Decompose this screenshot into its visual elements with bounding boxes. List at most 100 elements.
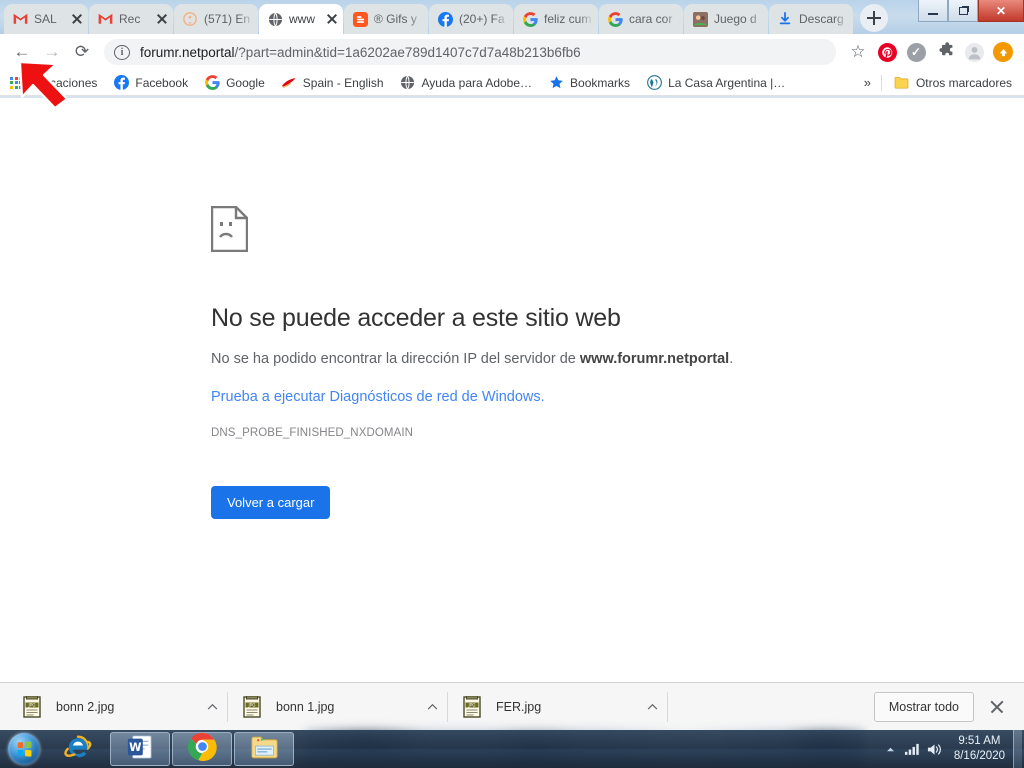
star-icon: ☆ xyxy=(850,42,866,61)
sad-page-icon xyxy=(210,205,249,253)
chrome-update-menu-button[interactable] xyxy=(990,39,1016,65)
tray-expand-icon[interactable] xyxy=(880,732,902,766)
windows-start-button[interactable] xyxy=(2,732,46,766)
taskbar-internet-explorer[interactable] xyxy=(48,732,108,766)
page-title: No se puede acceder a este sitio web xyxy=(211,304,621,332)
url-path: /?part=admin&tid=1a6202ae789d1407c7d7a48… xyxy=(234,44,581,60)
site-info-icon[interactable]: i xyxy=(114,44,130,60)
volume-icon[interactable] xyxy=(924,732,946,766)
tab-label: (571) En xyxy=(204,12,251,26)
error-code: DNS_PROBE_FINISHED_NXDOMAIN xyxy=(211,427,414,439)
iberia-icon xyxy=(281,75,297,91)
taskbar-clock[interactable]: 9:51 AM 8/16/2020 xyxy=(946,734,1013,764)
tab-cara-cor[interactable]: cara cor xyxy=(599,4,683,34)
chevron-up-icon[interactable] xyxy=(422,701,438,713)
jpg-file-icon: JPG xyxy=(242,695,262,718)
bookmark-star-button[interactable]: ☆ xyxy=(845,39,871,65)
network-diagnostics-link[interactable]: Prueba a ejecutar Diagnósticos de red de… xyxy=(211,389,831,405)
tab-juego[interactable]: Juego d xyxy=(684,4,768,34)
close-downloads-bar-icon[interactable] xyxy=(984,694,1010,720)
network-signal-icon[interactable] xyxy=(902,732,924,766)
chevron-up-icon[interactable] xyxy=(202,701,218,713)
forward-button[interactable]: → xyxy=(38,38,66,66)
taskbar-microsoft-word[interactable]: W xyxy=(110,732,170,766)
error-host: www.forumr.netportal xyxy=(579,351,730,367)
profile-button[interactable] xyxy=(961,39,987,65)
tab-www-active[interactable]: www xyxy=(259,4,343,34)
bookmark-google[interactable]: Google xyxy=(204,75,265,91)
bookmark-otros-marcadores[interactable]: Otros marcadores xyxy=(894,75,1012,91)
check-circle-extension-button[interactable]: ✓ xyxy=(903,39,929,65)
download-separator xyxy=(667,691,668,722)
tab-close-icon[interactable] xyxy=(325,12,339,26)
bookmark-casa-argentina[interactable]: La Casa Argentina |… xyxy=(646,75,785,91)
bookmark-ayuda-adobe[interactable]: Ayuda para Adobe… xyxy=(400,75,532,91)
window-controls: ✕ xyxy=(918,0,1024,22)
page-content: No se puede acceder a este sitio web No … xyxy=(0,98,1024,682)
tab-close-icon[interactable] xyxy=(155,12,169,26)
tab-rec[interactable]: Rec xyxy=(89,4,173,34)
update-arrow-icon xyxy=(993,42,1013,62)
svg-text:W: W xyxy=(129,741,141,754)
internet-explorer-icon xyxy=(63,732,93,767)
taskbar-file-explorer[interactable] xyxy=(234,732,294,766)
bookmark-facebook[interactable]: Facebook xyxy=(113,75,188,91)
download-filename: FER.jpg xyxy=(496,699,542,714)
blogger-icon xyxy=(352,11,368,27)
reload-button[interactable]: ⟳ xyxy=(68,38,96,66)
bookmark-bookmarks[interactable]: Bookmarks xyxy=(548,75,630,91)
jpg-file-icon: JPG xyxy=(462,695,482,718)
tab-facebook[interactable]: (20+) Fa xyxy=(429,4,513,34)
download-item[interactable]: JPG bonn 2.jpg xyxy=(8,684,228,730)
star-icon xyxy=(548,75,564,91)
system-tray: 9:51 AM 8/16/2020 xyxy=(880,730,1024,768)
tab-close-icon[interactable] xyxy=(70,12,84,26)
tab-label: Descarg xyxy=(799,12,844,26)
tab-label: (20+) Fa xyxy=(459,12,505,26)
reload-page-button[interactable]: Volver a cargar xyxy=(211,486,331,519)
facebook-icon xyxy=(437,11,453,27)
taskbar-google-chrome[interactable] xyxy=(172,732,232,766)
tab-gifs[interactable]: ® Gifs y xyxy=(344,4,428,34)
globe-icon xyxy=(400,75,416,91)
error-page: No se puede acceder a este sitio web No … xyxy=(210,205,831,519)
pinterest-extension-button[interactable] xyxy=(874,39,900,65)
show-all-downloads-button[interactable]: Mostrar todo xyxy=(873,691,974,722)
bookmark-label: Aplicaciones xyxy=(30,75,98,90)
new-tab-button[interactable] xyxy=(860,4,888,32)
chevron-up-icon[interactable] xyxy=(642,701,658,713)
show-desktop-button[interactable] xyxy=(1013,730,1022,768)
tab-sal[interactable]: SAL xyxy=(4,4,88,34)
minimize-button[interactable] xyxy=(918,0,948,22)
tab-label: www xyxy=(289,12,315,26)
tab-descarga[interactable]: Descarg xyxy=(769,4,853,34)
download-filename: bonn 1.jpg xyxy=(276,699,335,714)
download-item[interactable]: JPG bonn 1.jpg xyxy=(228,684,448,730)
google-chrome-icon xyxy=(187,732,217,766)
download-icon xyxy=(777,11,793,27)
tab-label: SAL xyxy=(34,12,57,26)
microsoft-word-icon: W xyxy=(126,733,154,766)
tab-feliz-cum[interactable]: feliz cum xyxy=(514,4,598,34)
google-icon xyxy=(522,11,538,27)
address-bar[interactable]: i forumr.netportal/?part=admin&tid=1a620… xyxy=(104,39,836,65)
bookmark-label: Google xyxy=(226,75,265,90)
bookmark-spain-english[interactable]: Spain - English xyxy=(281,75,384,91)
back-button[interactable]: ← xyxy=(8,38,36,66)
svg-text:JPG: JPG xyxy=(27,702,35,707)
tab-571-en[interactable]: (571) En xyxy=(174,4,258,34)
orange-circle-icon xyxy=(182,11,198,27)
pinterest-icon xyxy=(877,42,897,62)
wordpress-icon xyxy=(646,75,662,91)
browser-window: SAL Rec (571) En www ® Gifs y (20+) Fa f… xyxy=(0,0,1024,730)
download-item[interactable]: JPG FER.jpg xyxy=(448,684,668,730)
gmail-icon xyxy=(97,11,113,27)
tab-label: Rec xyxy=(119,12,141,26)
extensions-button[interactable] xyxy=(932,39,958,65)
profile-avatar-icon xyxy=(964,42,984,62)
bookmarks-overflow-chevron[interactable]: » xyxy=(864,75,871,90)
bookmark-aplicaciones[interactable]: Aplicaciones xyxy=(8,75,97,91)
bookmarks-divider xyxy=(880,74,882,91)
close-button[interactable]: ✕ xyxy=(978,0,1024,22)
restore-button[interactable] xyxy=(948,0,978,22)
